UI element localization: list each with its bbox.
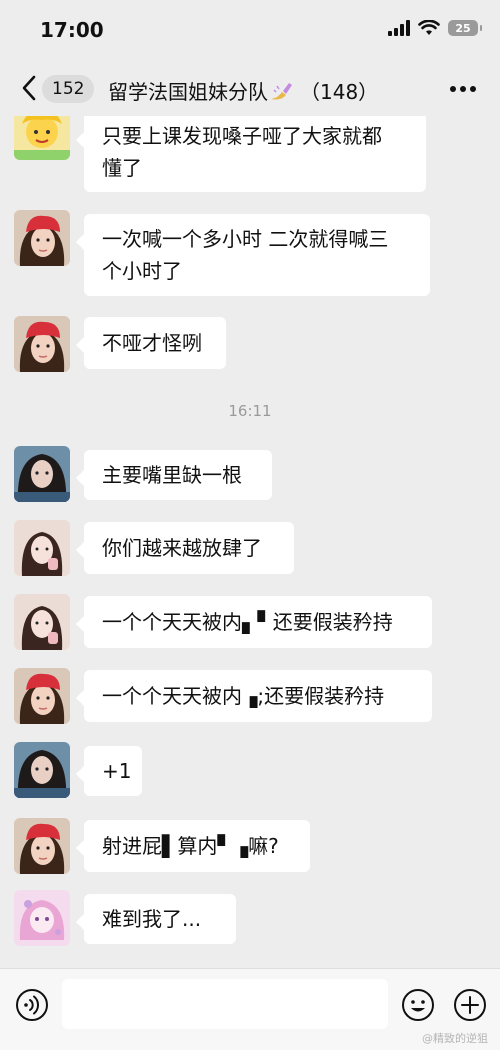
member-count: （148） — [300, 80, 379, 104]
message-bubble[interactable]: +1 — [76, 746, 142, 796]
message-bubble[interactable]: 你们越来越放肆了 — [76, 522, 294, 574]
unread-count-badge[interactable]: 152 — [42, 75, 95, 103]
group-name: 留学法国姐妹分队 — [108, 80, 268, 104]
time-divider: 16:11 — [228, 402, 272, 420]
red-cap-avatar[interactable] — [14, 316, 70, 372]
message-bubble[interactable]: 一个个天天被内▗;还要假装矜持 — [76, 670, 432, 722]
dark-hair-avatar[interactable] — [14, 446, 70, 502]
message-bubble[interactable]: 射进屁▌算内▘▗嘛? — [76, 820, 310, 872]
chat-header: 152 留学法国姐妹分队 （148） — [0, 62, 500, 116]
dark-hair-avatar[interactable] — [14, 742, 70, 798]
message-bubble[interactable]: 不哑才怪咧 — [76, 317, 226, 369]
emoji-icon[interactable] — [400, 987, 436, 1023]
message-bubble[interactable]: 只要上课发现嗓子哑了大家就都 懂了 — [76, 116, 426, 192]
watermark: @精致的逆狙 — [422, 1032, 488, 1045]
message-bubble[interactable]: 主要嘴里缺一根 — [76, 450, 272, 500]
status-time: 17:00 — [40, 18, 104, 42]
status-bar: 17:00 25 — [0, 0, 500, 62]
pale-avatar[interactable] — [14, 520, 70, 576]
red-cap-avatar[interactable] — [14, 818, 70, 874]
pink-cartoon-avatar[interactable] — [14, 890, 70, 946]
plus-icon[interactable] — [452, 987, 488, 1023]
more-options-icon[interactable] — [450, 86, 476, 92]
status-icons: 25 — [388, 20, 482, 36]
battery-icon: 25 — [448, 20, 482, 36]
battery-level: 25 — [455, 21, 471, 35]
signal-icon — [388, 20, 410, 36]
red-cap-avatar[interactable] — [14, 210, 70, 266]
pale-avatar[interactable] — [14, 594, 70, 650]
nail-polish-icon — [271, 83, 292, 100]
message-bubble[interactable]: 难到我了... — [76, 894, 236, 944]
message-list[interactable]: 只要上课发现嗓子哑了大家就都 懂了 一次喊一个多小时 二次就得喊三 个小时了 不… — [0, 116, 500, 968]
chat-title: 留学法国姐妹分队 （148） — [108, 76, 378, 105]
voice-icon[interactable] — [14, 987, 50, 1023]
red-cap-avatar[interactable] — [14, 668, 70, 724]
wifi-icon — [418, 20, 440, 35]
message-bubble[interactable]: 一次喊一个多小时 二次就得喊三 个小时了 — [76, 214, 430, 296]
message-bubble[interactable]: 一个个天天被内▖▘还要假装矜持 — [76, 596, 432, 648]
back-arrow-icon[interactable] — [18, 74, 40, 102]
message-input[interactable] — [62, 979, 388, 1029]
cartoon-avatar[interactable] — [14, 116, 70, 160]
